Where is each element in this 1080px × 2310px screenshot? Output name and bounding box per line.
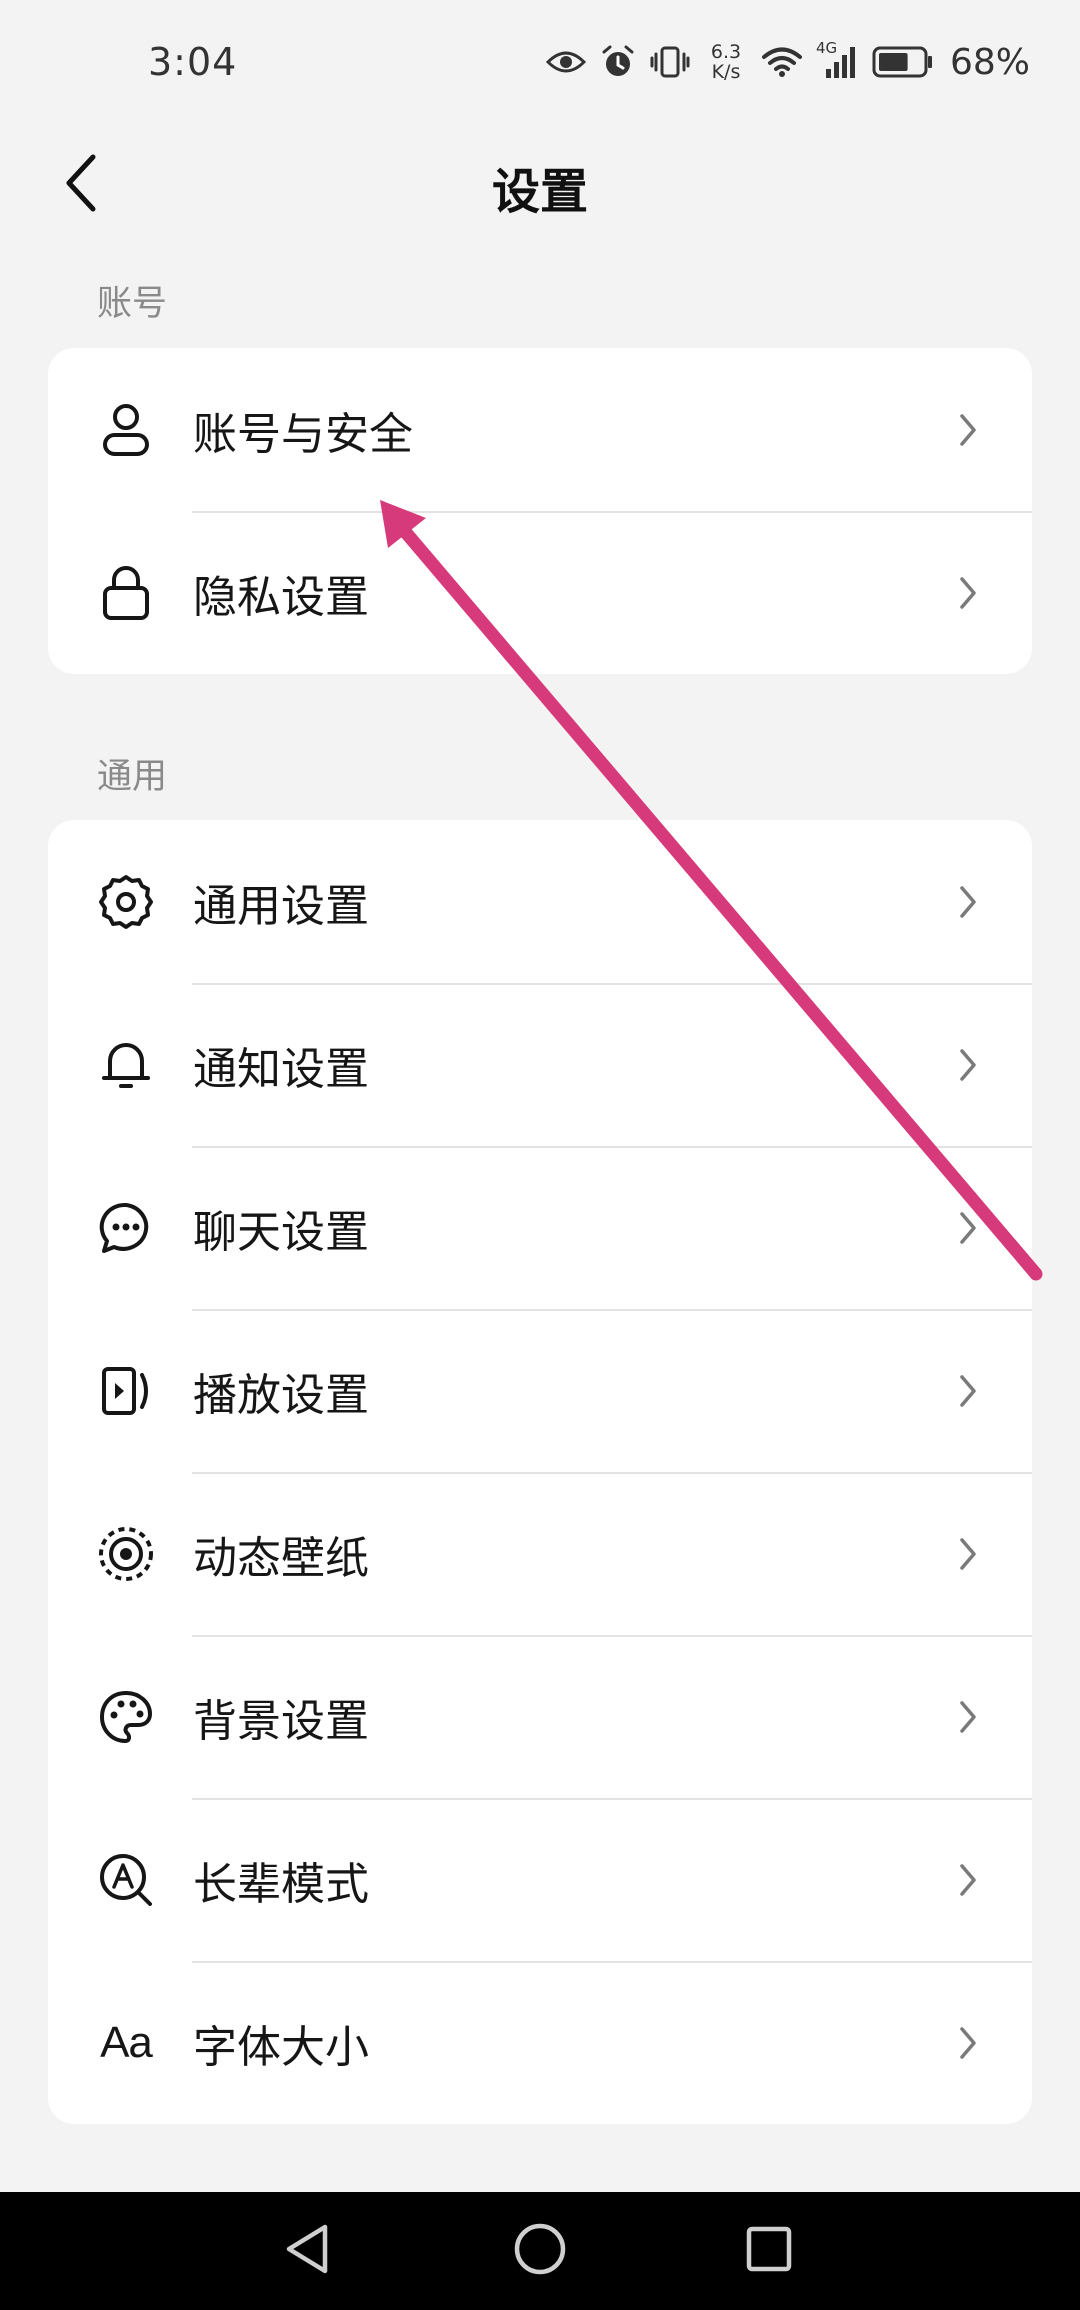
font-size-glyph: Aa [100,2017,153,2067]
row-label: 字体大小 [193,2021,369,2073]
section-label-account: 账号 [97,284,168,324]
play-video-icon [96,1361,156,1421]
section-label-general: 通用 [97,757,168,797]
row-label: 隐私设置 [193,571,369,623]
row-live-wallpaper[interactable]: 动态壁纸 [48,1472,1032,1635]
row-elder-mode[interactable]: 长辈模式 [48,1798,1032,1961]
page-title: 设置 [491,164,588,220]
status-bar: 3:04 6.3 K/s 4G 68% [0,0,1080,125]
status-time: 3:04 [148,40,238,84]
status-icons: 6.3 K/s 4G 68% [545,38,1030,86]
chevron-right-icon [952,573,984,613]
account-card: 账号与安全 隐私设置 [48,348,1032,674]
settings-screen: 3:04 6.3 K/s 4G 68% 设置 账号 账号与安全 隐私设置 通用 … [0,0,1080,2310]
row-notification-settings[interactable]: 通知设置 [48,983,1032,1146]
font-size-icon: Aa [96,2013,156,2073]
chevron-right-icon [952,882,984,922]
row-label: 聊天设置 [193,1206,369,1258]
vibrate-icon [650,45,690,79]
nav-recents-square-icon [743,2223,795,2279]
alarm-icon [600,44,636,80]
cellular-signal-icon: 4G [816,39,858,79]
chat-bubble-icon [96,1198,156,1258]
row-label: 背景设置 [193,1695,369,1747]
gear-icon [96,872,156,932]
row-label: 账号与安全 [193,408,413,460]
row-privacy-settings[interactable]: 隐私设置 [48,511,1032,674]
net-speed-unit: K/s [711,61,741,83]
nav-home-circle-icon [512,2221,568,2281]
title-bar: 设置 [0,130,1080,240]
navigation-bar [0,2192,1080,2310]
general-card: 通用设置 通知设置 聊天设置 播放设置 动态壁纸 背景设置 长辈模式 Aa 字体… [48,820,1032,2124]
row-account-security[interactable]: 账号与安全 [48,348,1032,511]
network-type-label: 4G [815,39,838,57]
nav-home-button[interactable] [503,2214,577,2288]
net-speed: 6.3 K/s [704,42,748,82]
elder-mode-icon [96,1850,156,1910]
row-label: 通用设置 [193,880,369,932]
chevron-right-icon [952,1208,984,1248]
nav-back-triangle-icon [281,2221,333,2281]
chevron-right-icon [952,1860,984,1900]
nav-recents-button[interactable] [732,2214,806,2288]
row-playback-settings[interactable]: 播放设置 [48,1309,1032,1472]
row-background-settings[interactable]: 背景设置 [48,1635,1032,1798]
chevron-right-icon [952,410,984,450]
battery-percent: 68% [949,41,1030,83]
chevron-right-icon [952,1045,984,1085]
row-font-size[interactable]: Aa 字体大小 [48,1961,1032,2124]
eye-icon [545,47,586,77]
row-label: 长辈模式 [193,1858,369,1910]
row-label: 播放设置 [193,1369,369,1421]
bell-icon [96,1035,156,1095]
row-label: 动态壁纸 [193,1532,369,1584]
nav-back-button[interactable] [270,2214,344,2288]
row-chat-settings[interactable]: 聊天设置 [48,1146,1032,1309]
chevron-right-icon [952,1371,984,1411]
live-wallpaper-icon [96,1524,156,1584]
chevron-right-icon [952,2023,984,2063]
row-general-settings[interactable]: 通用设置 [48,820,1032,983]
battery-icon [872,45,934,79]
chevron-right-icon [952,1534,984,1574]
net-speed-value: 6.3 [710,41,742,63]
wifi-icon [761,46,802,78]
lock-icon [96,563,156,623]
row-label: 通知设置 [193,1043,369,1095]
user-icon [96,400,156,460]
chevron-right-icon [952,1697,984,1737]
palette-icon [96,1687,156,1747]
